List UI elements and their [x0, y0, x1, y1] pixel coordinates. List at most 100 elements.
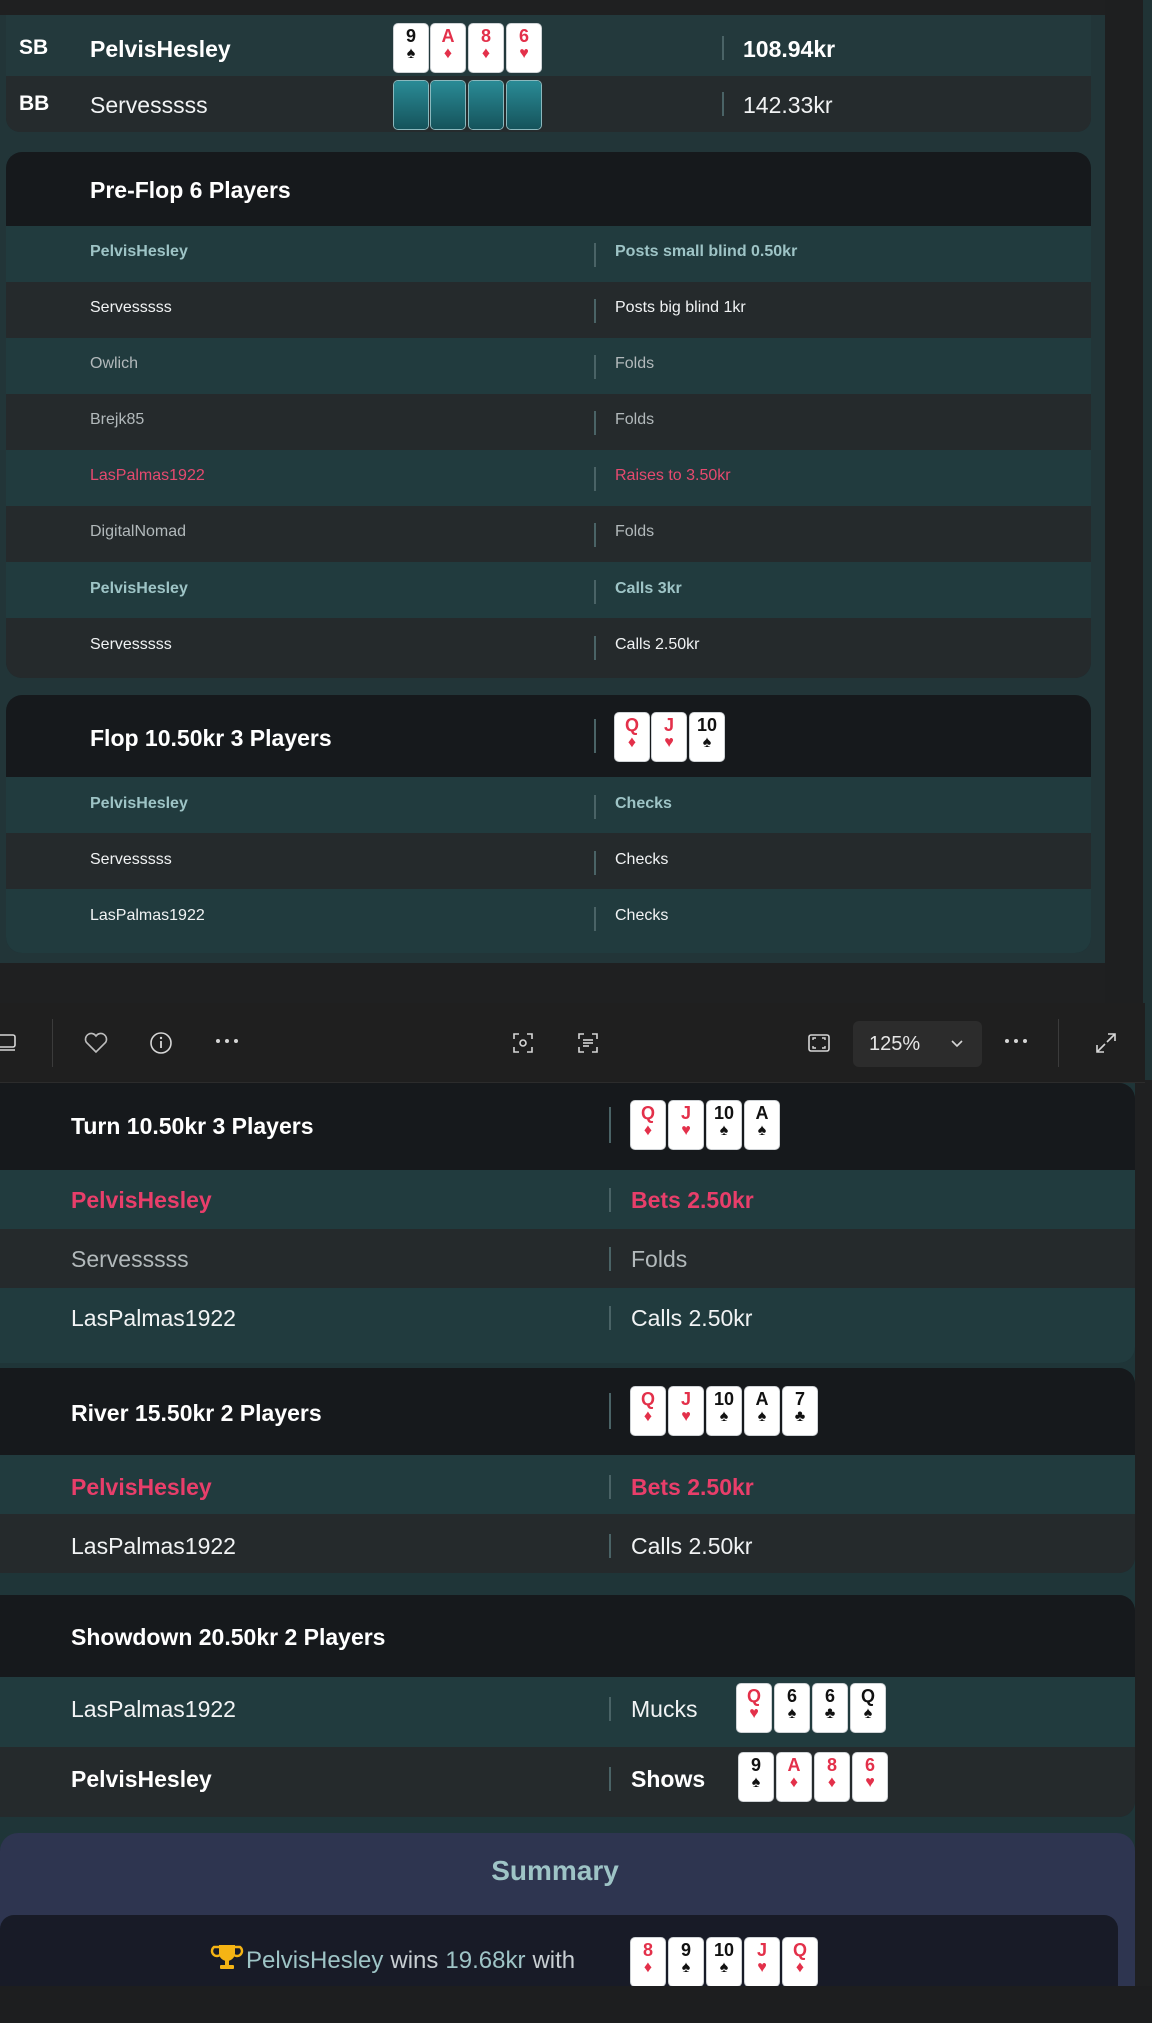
player-action: Raises to 3.50kr: [615, 467, 731, 484]
zoom-select[interactable]: 125%: [853, 1021, 982, 1067]
card-rank: 10: [696, 715, 718, 735]
card: A ♦: [431, 24, 465, 72]
flop-header: Flop 10.50kr 3 Players: [6, 695, 1091, 777]
divider: [594, 851, 596, 875]
card: A ♠: [745, 1387, 779, 1435]
card-rank: A: [441, 26, 455, 46]
card: Q ♦: [783, 1938, 817, 1986]
divider: [594, 355, 596, 379]
card: J ♥: [669, 1387, 703, 1435]
divider: [594, 243, 596, 267]
divider: [609, 1247, 611, 1271]
trophy-icon: [210, 1942, 244, 1979]
player-name: PelvisHesley: [90, 580, 188, 597]
card-rank: Q: [624, 715, 639, 735]
hand-history-bottom: Turn 10.50kr 3 Players Q ♦ J ♥ 10 ♠ A ♠ Pelv…: [0, 1083, 1135, 1986]
visual-search-icon[interactable]: [510, 1031, 536, 1060]
player-action: Calls 2.50kr: [631, 1305, 753, 1331]
card: 10 ♠: [707, 1101, 741, 1149]
card: 9 ♠: [394, 24, 428, 72]
more-icon[interactable]: [1002, 1029, 1030, 1058]
seat-name-bb: Servesssss: [90, 92, 208, 118]
card-suit: ♥: [681, 1122, 691, 1139]
fit-icon[interactable]: [806, 1031, 832, 1060]
card: 6 ♥: [853, 1753, 887, 1801]
card-back: [469, 81, 503, 129]
divider: [609, 1393, 611, 1429]
card-suit: ♦: [627, 734, 637, 751]
divider: [594, 795, 596, 819]
card-rank: 7: [794, 1389, 805, 1409]
card: 10 ♠: [690, 713, 724, 761]
player-action: Shows: [631, 1766, 706, 1792]
river-title: River 15.50kr 2 Players: [71, 1400, 322, 1426]
divider: [594, 580, 596, 604]
seat-stack-bb: 142.33kr: [743, 92, 833, 118]
card: 7 ♣: [783, 1387, 817, 1435]
card-back: [394, 81, 428, 129]
player-action: Calls 2.50kr: [631, 1533, 753, 1559]
winner-name: PelvisHesley: [246, 1946, 384, 1974]
player-name: LasPalmas1922: [90, 467, 205, 484]
card-suit: ♠: [719, 1408, 729, 1425]
card-rank: Q: [640, 1389, 655, 1409]
with-label: with: [532, 1946, 576, 1974]
card-rank: 10: [713, 1389, 735, 1409]
divider: [722, 92, 724, 116]
flop-title: Flop 10.50kr 3 Players: [90, 725, 332, 751]
card-suit: ♥: [749, 1705, 759, 1722]
summary-section: Summary PelvisHesley wins 19.68kr with: [0, 1833, 1135, 1986]
card-rank: Q: [746, 1686, 761, 1706]
showdown-title: Showdown 20.50kr 2 Players: [71, 1624, 386, 1650]
screenshot-root: SB PelvisHesley 108.94kr 9 ♠ A ♦ 8 ♦ 6 ♥ BB …: [0, 0, 1152, 2023]
card: 10 ♠: [707, 1387, 741, 1435]
divider: [609, 1107, 611, 1143]
player-name: Brejk85: [90, 411, 145, 428]
divider: [594, 719, 596, 753]
window-edge: [0, 0, 1152, 15]
card: 8 ♦: [469, 24, 503, 72]
player-name: LasPalmas1922: [71, 1533, 236, 1559]
card-suit: ♠: [757, 1122, 767, 1139]
player-name: Servesssss: [90, 636, 172, 653]
more-icon[interactable]: [213, 1029, 241, 1058]
card: 8 ♦: [631, 1938, 665, 1986]
card-back: [507, 81, 541, 129]
card-rank: Q: [640, 1103, 655, 1123]
divider: [594, 636, 596, 660]
card-rank: 10: [713, 1940, 735, 1960]
card-suit: ♠: [751, 1774, 761, 1791]
heart-icon[interactable]: [82, 1031, 110, 1060]
card-rank: 9: [750, 1755, 761, 1775]
player-action: Checks: [615, 795, 672, 812]
text-scan-icon[interactable]: [575, 1031, 601, 1060]
divider: [609, 1697, 611, 1721]
player-action: Folds: [615, 523, 655, 540]
card-suit: ♠: [757, 1408, 767, 1425]
action-row: [6, 394, 1091, 450]
player-name: LasPalmas1922: [90, 907, 205, 924]
player-action: Checks: [615, 851, 669, 868]
divider: [609, 1534, 611, 1558]
scrollbar-track[interactable]: [1143, 0, 1152, 1080]
player-name: PelvisHesley: [90, 243, 188, 260]
player-name: PelvisHesley: [90, 795, 188, 812]
card: A ♦: [777, 1753, 811, 1801]
card-rank: Q: [860, 1686, 875, 1706]
card-rank: 8: [480, 26, 491, 46]
divider: [609, 1475, 611, 1499]
info-icon[interactable]: [148, 1031, 174, 1060]
card-back: [431, 81, 465, 129]
expand-icon[interactable]: [1093, 1031, 1119, 1060]
card-suit: ♦: [643, 1122, 653, 1139]
filmstrip-icon[interactable]: [0, 1031, 18, 1058]
card-suit: ♣: [794, 1408, 806, 1425]
divider: [594, 299, 596, 323]
card-rank: J: [756, 1940, 767, 1960]
card: J ♥: [745, 1938, 779, 1986]
card-rank: A: [787, 1755, 801, 1775]
card: 8 ♦: [815, 1753, 849, 1801]
divider: [609, 1767, 611, 1791]
card: Q ♥: [737, 1684, 771, 1732]
card-rank: 6: [824, 1686, 835, 1706]
